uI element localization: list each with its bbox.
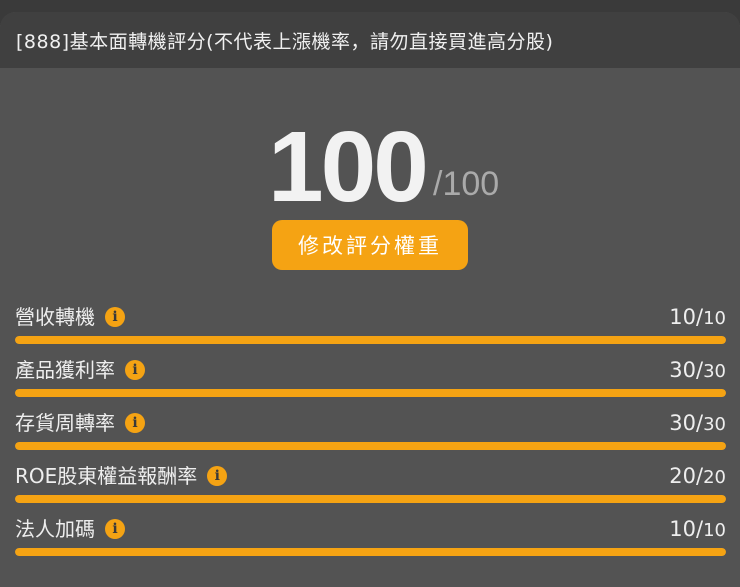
card-header: [888]基本面轉機評分(不代表上漲機率，請勿直接買進高分股): [0, 12, 740, 68]
total-score: 100 /100: [0, 112, 740, 222]
factor-label: ROE股東權益報酬率: [15, 464, 198, 488]
factor-progress-bar: [15, 548, 726, 556]
factor-label: 法人加碼: [15, 517, 95, 541]
factor-progress-bar: [15, 442, 726, 450]
factor-progress-fill: [15, 389, 726, 397]
factor-row: 營收轉機 i 10/10: [15, 302, 726, 354]
factor-score: 10/10: [669, 305, 726, 329]
factor-row: 存貨周轉率 i 30/30: [15, 408, 726, 460]
factor-score: 20/20: [669, 464, 726, 488]
factor-label: 產品獲利率: [15, 358, 115, 382]
info-icon[interactable]: i: [207, 466, 228, 486]
factor-progress-fill: [15, 442, 726, 450]
factor-row: 產品獲利率 i 30/30: [15, 355, 726, 407]
factor-score: 30/30: [669, 358, 726, 382]
edit-weights-button[interactable]: 修改評分權重: [272, 220, 468, 270]
total-score-value: 100: [268, 111, 429, 223]
factor-label: 存貨周轉率: [15, 411, 115, 435]
factor-progress-bar: [15, 389, 726, 397]
factor-score: 30/30: [669, 411, 726, 435]
total-score-max: /100: [433, 165, 500, 203]
info-icon[interactable]: i: [105, 307, 125, 327]
factor-progress-bar: [15, 336, 726, 344]
card-title: [888]基本面轉機評分(不代表上漲機率，請勿直接買進高分股): [16, 30, 554, 53]
factor-progress-fill: [15, 495, 726, 503]
factor-row: ROE股東權益報酬率 i 20/20: [15, 461, 726, 513]
factor-label: 營收轉機: [15, 305, 95, 329]
factor-progress-fill: [15, 336, 726, 344]
info-icon[interactable]: i: [105, 519, 125, 539]
factor-progress-fill: [15, 548, 726, 556]
factor-row: 法人加碼 i 10/10: [15, 514, 726, 566]
factor-score: 10/10: [669, 517, 726, 541]
info-icon[interactable]: i: [125, 413, 145, 433]
info-icon[interactable]: i: [125, 360, 145, 380]
score-card: [888]基本面轉機評分(不代表上漲機率，請勿直接買進高分股) 100 /100…: [0, 12, 740, 587]
factor-progress-bar: [15, 495, 726, 503]
